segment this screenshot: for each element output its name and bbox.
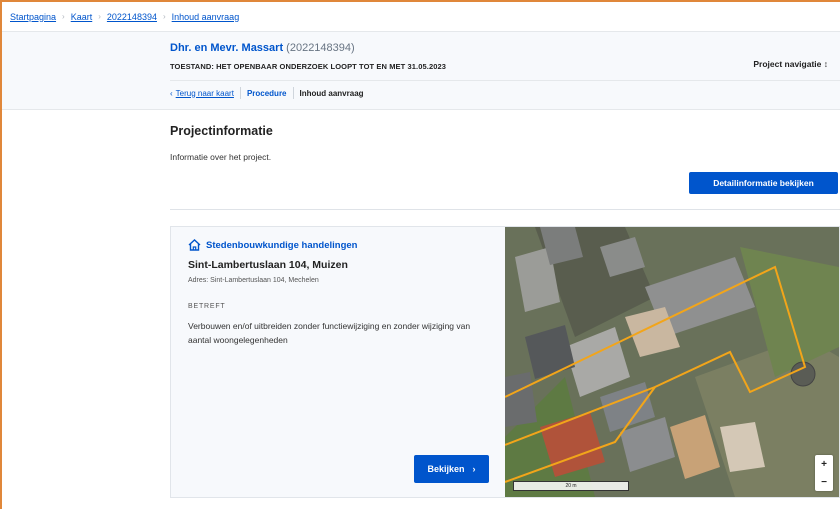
breadcrumb-content[interactable]: Inhoud aanvraag bbox=[172, 12, 240, 22]
project-header: Dhr. en Mevr. Massart (2022148394) TOEST… bbox=[2, 32, 840, 110]
view-button-label: Bekijken bbox=[427, 464, 465, 474]
subnav-divider bbox=[239, 87, 241, 99]
project-state: TOESTAND: HET OPENBAAR ONDERZOEK LOOPT T… bbox=[170, 62, 447, 71]
breadcrumb-separator-icon: › bbox=[162, 12, 166, 21]
project-card: Stedenbouwkundige handelingen Sint-Lambe… bbox=[170, 226, 840, 498]
map-scale-bar: 20 m bbox=[513, 481, 629, 491]
detail-info-button[interactable]: Detailinformatie bekijken bbox=[689, 172, 838, 194]
project-type: Stedenbouwkundige handelingen bbox=[188, 239, 357, 251]
zoom-control: + − bbox=[815, 455, 833, 491]
project-address: Adres: Sint-Lambertuslaan 104, Mechelen bbox=[188, 277, 319, 284]
chevron-left-icon: ‹ bbox=[170, 88, 173, 98]
breadcrumb-separator-icon: › bbox=[62, 12, 65, 21]
breadcrumb: Startpagina › Kaart › 2022148394 › Inhou… bbox=[2, 2, 840, 32]
sub-navigation: ‹ Terug naar kaart Procedure Inhoud aanv… bbox=[170, 86, 364, 100]
breadcrumb-file[interactable]: 2022148394 bbox=[107, 12, 157, 22]
zoom-out-button[interactable]: − bbox=[815, 473, 833, 491]
breadcrumb-map[interactable]: Kaart bbox=[71, 12, 93, 22]
project-title: Dhr. en Mevr. Massart (2022148394) bbox=[170, 42, 355, 54]
breadcrumb-separator-icon: › bbox=[98, 12, 101, 21]
zoom-in-button[interactable]: + bbox=[815, 455, 833, 473]
subnav-divider bbox=[292, 87, 294, 99]
project-type-label: Stedenbouwkundige handelingen bbox=[206, 239, 358, 251]
section-divider bbox=[170, 209, 840, 210]
procedure-link[interactable]: Procedure bbox=[247, 89, 287, 98]
project-navigation-label: Project navigatie bbox=[753, 59, 822, 69]
project-navigation-toggle[interactable]: Project navigatie ↕ bbox=[753, 59, 828, 69]
project-card-info: Stedenbouwkundige handelingen Sint-Lambe… bbox=[171, 227, 505, 497]
updown-icon: ↕ bbox=[823, 59, 828, 69]
project-location-title: Sint-Lambertuslaan 104, Muizen bbox=[188, 259, 348, 271]
app-frame: Startpagina › Kaart › 2022148394 › Inhou… bbox=[0, 0, 840, 509]
aerial-map[interactable]: + − 20 m bbox=[505, 227, 839, 497]
project-reference: (2022148394) bbox=[286, 42, 355, 54]
header-divider bbox=[170, 80, 840, 81]
chevron-right-icon: › bbox=[472, 464, 476, 474]
section-description: Informatie over het project. bbox=[170, 152, 272, 162]
view-button[interactable]: Bekijken › bbox=[414, 455, 489, 483]
concerns-text: Verbouwen en/of uitbreiden zonder functi… bbox=[188, 321, 471, 345]
applicant-name: Dhr. en Mevr. Massart bbox=[170, 42, 284, 54]
breadcrumb-home[interactable]: Startpagina bbox=[10, 12, 56, 22]
back-to-map-link[interactable]: Terug naar kaart bbox=[176, 89, 234, 98]
current-page-label: Inhoud aanvraag bbox=[299, 88, 364, 98]
home-icon bbox=[188, 239, 201, 251]
section-title: Projectinformatie bbox=[170, 124, 273, 138]
concerns-label: BETREFT bbox=[188, 303, 226, 310]
aerial-photo bbox=[505, 227, 839, 497]
